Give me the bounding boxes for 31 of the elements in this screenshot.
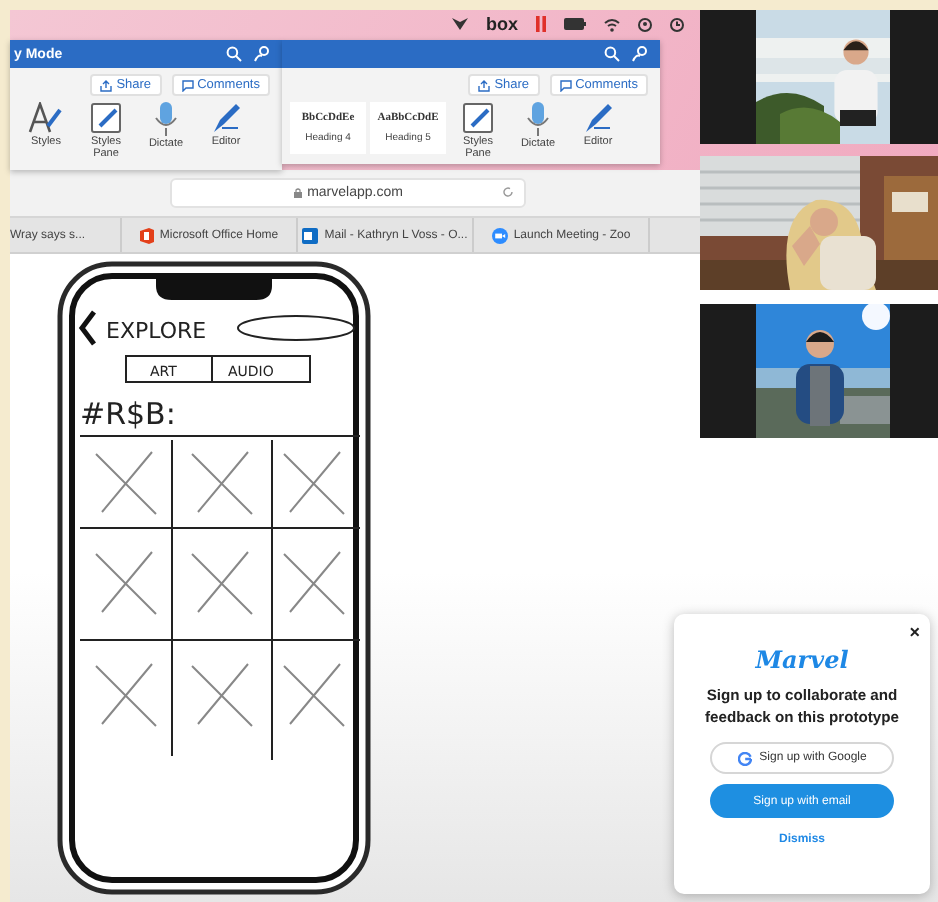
share-icon — [478, 79, 491, 91]
chevron-icon[interactable] — [451, 18, 468, 30]
share-icon — [100, 79, 113, 91]
wifi-icon[interactable] — [604, 17, 620, 31]
app-logo[interactable]: box — [485, 14, 518, 34]
search-pill-drawing[interactable] — [237, 315, 355, 341]
pen-icon — [582, 102, 614, 134]
pause-icon[interactable] — [536, 16, 546, 32]
marvel-logo: Marvel — [755, 646, 849, 674]
search-icon[interactable] — [604, 46, 620, 62]
pen-icon — [210, 102, 242, 134]
close-button[interactable]: × — [909, 622, 920, 642]
pane-icon — [462, 102, 494, 134]
comment-icon — [181, 79, 194, 91]
hashtag-heading: #R$B: — [80, 396, 176, 432]
pane-icon — [90, 102, 122, 134]
office-icon — [139, 227, 154, 243]
comment-icon — [559, 79, 572, 91]
google-icon — [737, 751, 752, 766]
styles-icon — [28, 102, 64, 134]
microphone-icon — [526, 102, 550, 136]
mail-icon — [302, 227, 319, 243]
lock-icon — [293, 188, 302, 198]
microphone-icon — [154, 102, 178, 136]
user-icon[interactable] — [638, 17, 652, 31]
battery-icon[interactable] — [564, 18, 586, 30]
screen-title: EXPLORE — [106, 318, 207, 344]
video-camera-icon — [491, 227, 508, 243]
reload-icon[interactable] — [502, 186, 514, 198]
clock-icon[interactable] — [670, 17, 684, 31]
search-icon[interactable] — [226, 46, 242, 62]
